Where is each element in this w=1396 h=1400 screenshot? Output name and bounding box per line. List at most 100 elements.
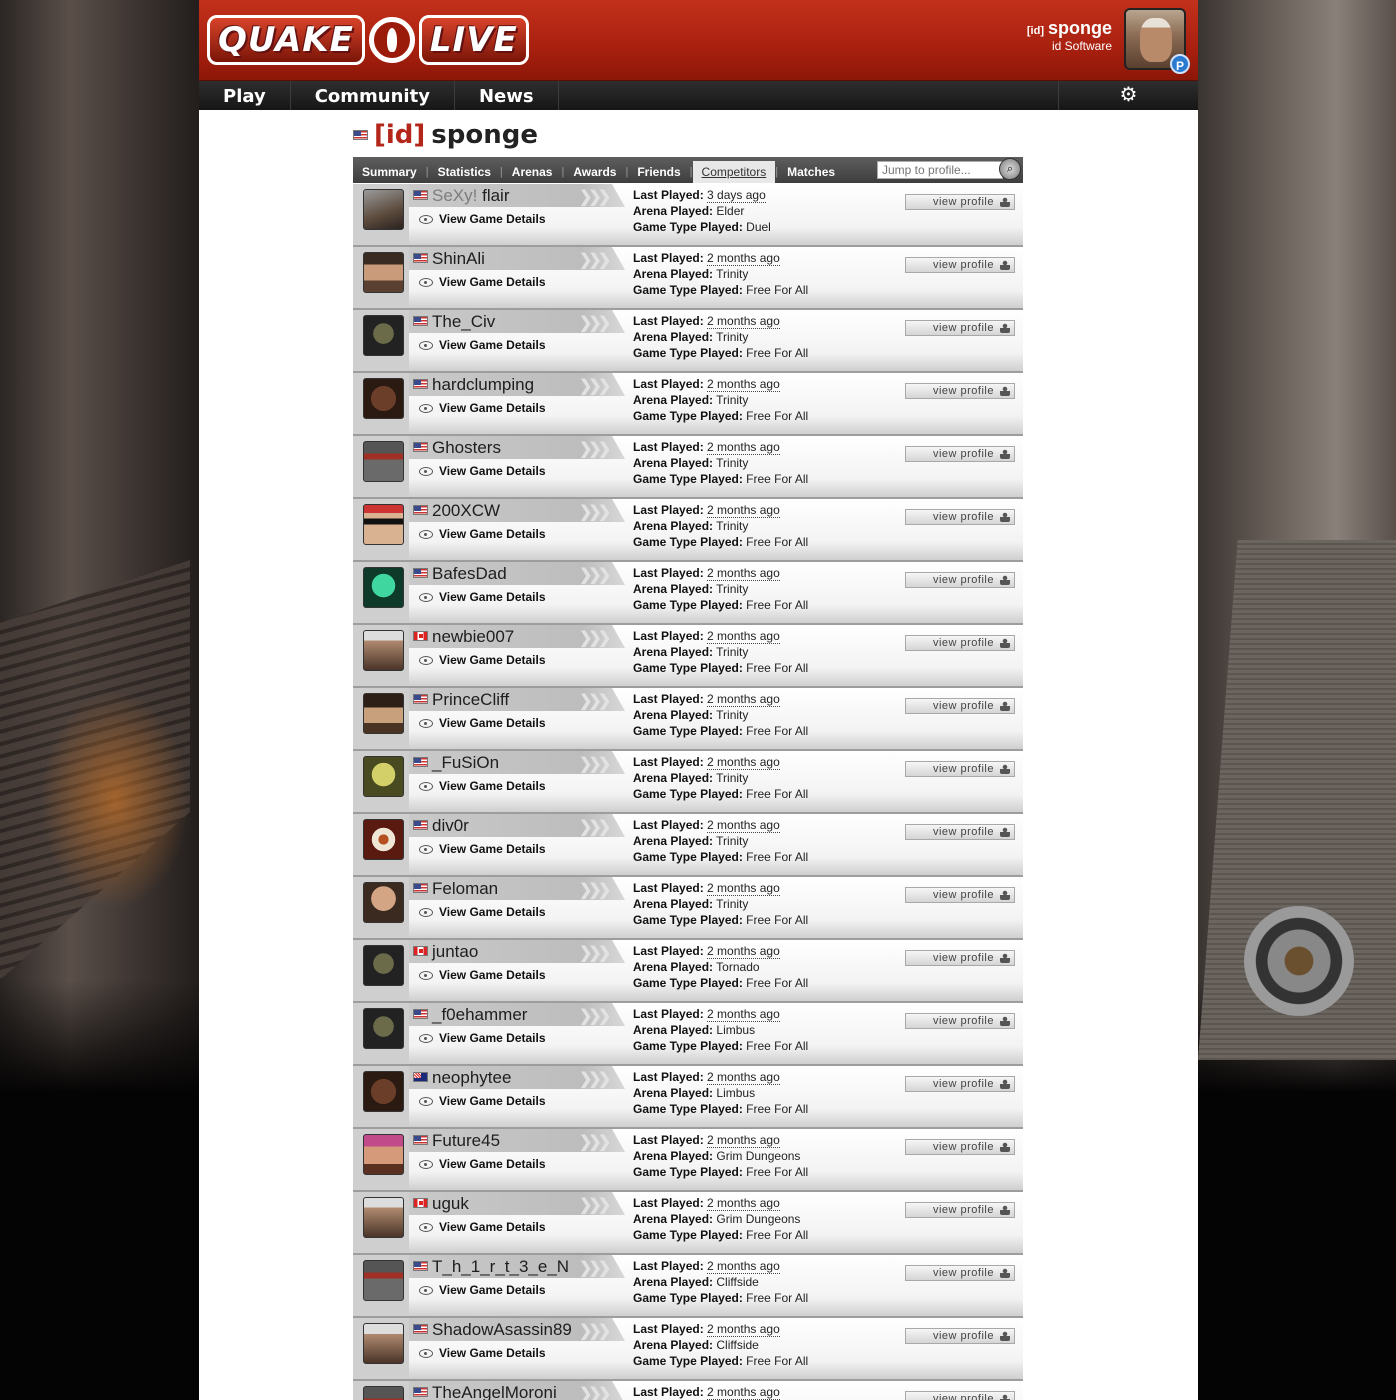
tab-friends[interactable]: Friends bbox=[628, 157, 689, 183]
current-user-box[interactable]: [id] sponge id Software bbox=[1027, 18, 1112, 53]
view-game-details-link[interactable]: View Game Details bbox=[419, 590, 546, 604]
competitor-avatar[interactable] bbox=[363, 441, 404, 482]
competitor-avatar[interactable] bbox=[363, 1260, 404, 1301]
competitor-name[interactable]: newbie007 bbox=[413, 627, 514, 647]
last-played-value[interactable]: 2 months ago bbox=[707, 1322, 780, 1337]
last-played-value[interactable]: 2 months ago bbox=[707, 503, 780, 518]
competitor-avatar[interactable] bbox=[363, 252, 404, 293]
tab-competitors[interactable]: Competitors bbox=[692, 161, 776, 183]
view-game-details-link[interactable]: View Game Details bbox=[419, 464, 546, 478]
view-profile-button[interactable]: view profile bbox=[905, 1328, 1015, 1344]
competitor-avatar[interactable] bbox=[363, 189, 404, 230]
last-played-value[interactable]: 2 months ago bbox=[707, 755, 780, 770]
view-game-details-link[interactable]: View Game Details bbox=[419, 779, 546, 793]
view-game-details-link[interactable]: View Game Details bbox=[419, 338, 546, 352]
current-user-name[interactable]: sponge bbox=[1048, 18, 1112, 38]
view-profile-button[interactable]: view profile bbox=[905, 1202, 1015, 1218]
view-profile-button[interactable]: view profile bbox=[905, 1391, 1015, 1400]
competitor-name[interactable]: BafesDad bbox=[413, 564, 507, 584]
tab-matches[interactable]: Matches bbox=[778, 157, 844, 183]
view-profile-button[interactable]: view profile bbox=[905, 257, 1015, 273]
competitor-name[interactable]: 200XCW bbox=[413, 501, 500, 521]
view-profile-button[interactable]: view profile bbox=[905, 1076, 1015, 1092]
view-profile-button[interactable]: view profile bbox=[905, 635, 1015, 651]
view-profile-button[interactable]: view profile bbox=[905, 950, 1015, 966]
view-profile-button[interactable]: view profile bbox=[905, 1013, 1015, 1029]
view-profile-button[interactable]: view profile bbox=[905, 698, 1015, 714]
competitor-avatar[interactable] bbox=[363, 504, 404, 545]
view-profile-button[interactable]: view profile bbox=[905, 194, 1015, 210]
competitor-avatar[interactable] bbox=[363, 756, 404, 797]
competitor-name[interactable]: TheAngelMoroni bbox=[413, 1383, 557, 1400]
tab-arenas[interactable]: Arenas bbox=[503, 157, 562, 183]
view-game-details-link[interactable]: View Game Details bbox=[419, 1220, 546, 1234]
view-game-details-link[interactable]: View Game Details bbox=[419, 527, 546, 541]
competitor-name[interactable]: ShinAli bbox=[413, 249, 485, 269]
competitor-name[interactable]: PrinceCliff bbox=[413, 690, 509, 710]
competitor-avatar[interactable] bbox=[363, 882, 404, 923]
competitor-avatar[interactable] bbox=[363, 1008, 404, 1049]
competitor-name[interactable]: T_h_1_r_t_3_e_N bbox=[413, 1257, 569, 1277]
last-played-value[interactable]: 2 months ago bbox=[707, 1259, 780, 1274]
competitor-name[interactable]: Feloman bbox=[413, 879, 498, 899]
tab-statistics[interactable]: Statistics bbox=[429, 157, 500, 183]
last-played-value[interactable]: 2 months ago bbox=[707, 566, 780, 581]
quakelive-logo[interactable]: QUAKE LIVE bbox=[207, 10, 529, 70]
jump-to-profile-input[interactable] bbox=[877, 161, 1003, 179]
view-game-details-link[interactable]: View Game Details bbox=[419, 1157, 546, 1171]
competitor-name[interactable]: Ghosters bbox=[413, 438, 501, 458]
last-played-value[interactable]: 2 months ago bbox=[707, 1133, 780, 1148]
competitor-avatar[interactable] bbox=[363, 630, 404, 671]
view-game-details-link[interactable]: View Game Details bbox=[419, 653, 546, 667]
nav-news[interactable]: News bbox=[455, 81, 559, 110]
last-played-value[interactable]: 2 months ago bbox=[707, 377, 780, 392]
last-played-value[interactable]: 2 months ago bbox=[707, 251, 780, 266]
nav-play[interactable]: Play bbox=[199, 81, 291, 110]
view-game-details-link[interactable]: View Game Details bbox=[419, 1283, 546, 1297]
competitor-avatar[interactable] bbox=[363, 1323, 404, 1364]
competitor-name[interactable]: _FuSiOn bbox=[413, 753, 499, 773]
competitor-avatar[interactable] bbox=[363, 1071, 404, 1112]
competitor-avatar[interactable] bbox=[363, 567, 404, 608]
view-game-details-link[interactable]: View Game Details bbox=[419, 842, 546, 856]
view-profile-button[interactable]: view profile bbox=[905, 761, 1015, 777]
competitor-name[interactable]: hardclumping bbox=[413, 375, 534, 395]
view-game-details-link[interactable]: View Game Details bbox=[419, 905, 546, 919]
last-played-value[interactable]: 2 months ago bbox=[707, 629, 780, 644]
last-played-value[interactable]: 2 months ago bbox=[707, 1385, 780, 1400]
view-profile-button[interactable]: view profile bbox=[905, 1139, 1015, 1155]
last-played-value[interactable]: 2 months ago bbox=[707, 881, 780, 896]
view-game-details-link[interactable]: View Game Details bbox=[419, 1346, 546, 1360]
last-played-value[interactable]: 2 months ago bbox=[707, 314, 780, 329]
view-game-details-link[interactable]: View Game Details bbox=[419, 1094, 546, 1108]
competitor-name[interactable]: div0r bbox=[413, 816, 469, 836]
last-played-value[interactable]: 3 days ago bbox=[707, 188, 766, 203]
view-game-details-link[interactable]: View Game Details bbox=[419, 716, 546, 730]
view-profile-button[interactable]: view profile bbox=[905, 572, 1015, 588]
competitor-name[interactable]: _f0ehammer bbox=[413, 1005, 527, 1025]
competitor-avatar[interactable] bbox=[363, 1134, 404, 1175]
view-game-details-link[interactable]: View Game Details bbox=[419, 1031, 546, 1045]
competitor-name[interactable]: ShadowAsassin89 bbox=[413, 1320, 572, 1340]
competitor-avatar[interactable] bbox=[363, 693, 404, 734]
competitor-avatar[interactable] bbox=[363, 378, 404, 419]
view-profile-button[interactable]: view profile bbox=[905, 1265, 1015, 1281]
competitor-name[interactable]: uguk bbox=[413, 1194, 469, 1214]
competitor-name[interactable]: The_Civ bbox=[413, 312, 495, 332]
last-played-value[interactable]: 2 months ago bbox=[707, 1007, 780, 1022]
competitor-avatar[interactable] bbox=[363, 945, 404, 986]
competitor-avatar[interactable] bbox=[363, 1386, 404, 1400]
last-played-value[interactable]: 2 months ago bbox=[707, 818, 780, 833]
last-played-value[interactable]: 2 months ago bbox=[707, 1196, 780, 1211]
view-game-details-link[interactable]: View Game Details bbox=[419, 275, 546, 289]
nav-community[interactable]: Community bbox=[291, 81, 455, 110]
settings-gear-icon[interactable]: ⚙ bbox=[1058, 81, 1198, 110]
competitor-avatar[interactable] bbox=[363, 1197, 404, 1238]
view-profile-button[interactable]: view profile bbox=[905, 446, 1015, 462]
view-profile-button[interactable]: view profile bbox=[905, 887, 1015, 903]
search-icon[interactable]: ⌕ bbox=[999, 158, 1021, 180]
last-played-value[interactable]: 2 months ago bbox=[707, 440, 780, 455]
last-played-value[interactable]: 2 months ago bbox=[707, 1070, 780, 1085]
tab-awards[interactable]: Awards bbox=[564, 157, 625, 183]
view-profile-button[interactable]: view profile bbox=[905, 509, 1015, 525]
